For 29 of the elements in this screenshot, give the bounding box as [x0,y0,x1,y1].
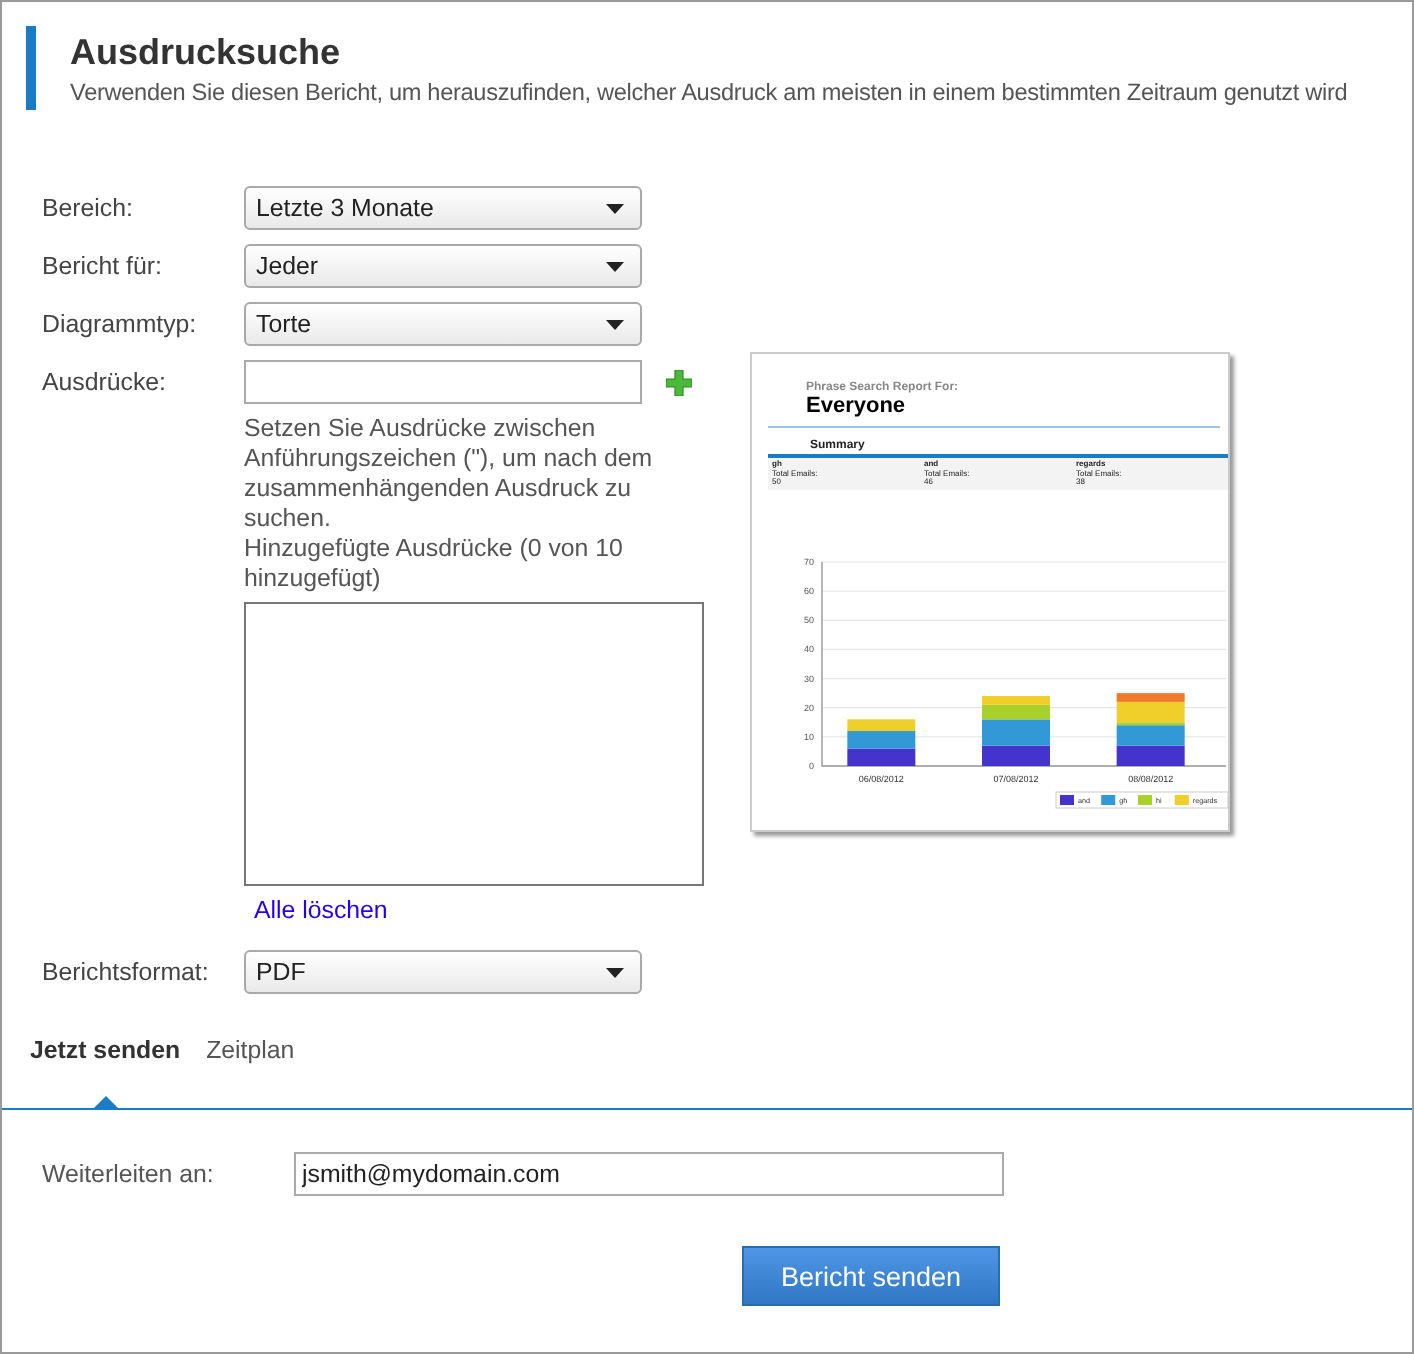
page-subtitle: Verwenden Sie diesen Bericht, um herauszufinden, welcher Ausdruck am meisten in einem bestimmten Zeitraum genutzt wird [70,78,1350,106]
send-report-button[interactable]: Bericht senden [742,1246,1000,1306]
field-label: Berichtsformat: [42,956,211,990]
caret-icon [606,261,624,271]
email-input[interactable]: jsmith@mydomain.com [294,1152,1004,1196]
field-label: Ausdrücke: [42,366,168,400]
clear-all-link[interactable]: Alle löschen [254,896,388,924]
plus-icon[interactable] [666,369,692,395]
report-title: Everyone [806,394,908,418]
page-title: Ausdrucksuche [70,32,343,74]
dropdown[interactable]: PDF [244,950,642,994]
added-phrases-note: Hinzugefügte Ausdrücke (0 von 10 hinzugefügt) [244,534,625,594]
caret-icon [606,319,624,329]
help-text: Setzen Sie Ausdrücke zwischen Anführungszeichen ("), um nach dem zusammenhängenden Ausdruck zu suchen. [244,414,655,534]
field-label: Diagrammtyp: [42,308,199,342]
bar-segment [982,744,1050,765]
phrase-input[interactable] [244,360,642,404]
dropdown[interactable]: Letzte 3 Monate [244,186,642,230]
tab[interactable]: Zeitplan [206,1032,295,1108]
field-label: Bereich: [42,192,135,226]
phrase-list[interactable] [244,602,704,886]
bar-segment [1116,744,1185,765]
caret-icon [606,967,624,977]
tab[interactable]: Jetzt senden [30,1032,181,1108]
dropdown[interactable]: Torte [244,302,642,346]
caret-icon [606,203,624,213]
field-label: Bericht für: [42,250,164,284]
field-label: Weiterleiten an: [42,1160,216,1188]
dropdown[interactable]: Jeder [244,244,642,288]
